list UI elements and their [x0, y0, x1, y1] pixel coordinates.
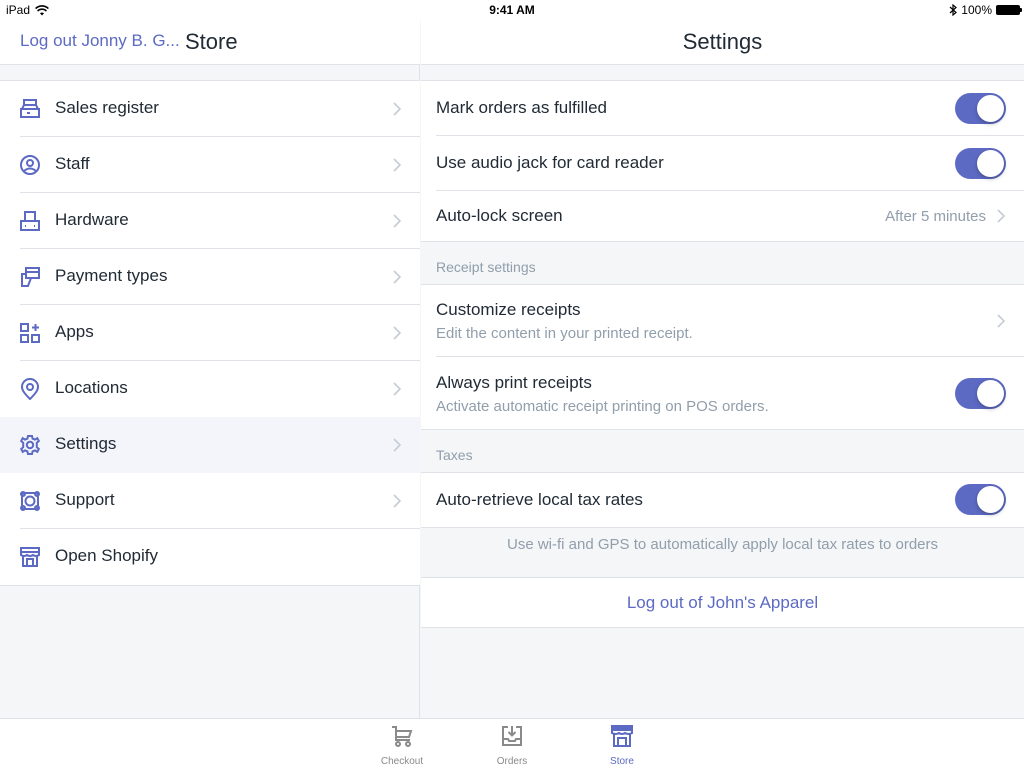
- page-title: Settings: [682, 29, 763, 54]
- menu-item-label: Apps: [55, 322, 94, 341]
- tab-orders[interactable]: Orders: [472, 723, 552, 767]
- auto-lock-row[interactable]: Auto-lock screen After 5 minutes: [421, 191, 1024, 241]
- chevron-right-icon: [997, 314, 1006, 328]
- battery-percent: 100%: [961, 3, 992, 17]
- menu-item-sales-register[interactable]: Sales register: [0, 81, 420, 137]
- toggle-knob: [977, 150, 1004, 177]
- general-settings-group: Mark orders as fulfilled Use audio jack …: [421, 80, 1024, 242]
- store-menu-pane: Log out Jonny B. G... Store Sales regist…: [0, 0, 420, 718]
- detail-navbar: Settings: [421, 20, 1024, 65]
- setting-label: Auto-retrieve local tax rates: [436, 490, 643, 509]
- tab-bar: Checkout Orders Store: [0, 718, 1024, 768]
- menu-item-label: Sales register: [55, 98, 159, 117]
- master-navbar: Log out Jonny B. G... Store: [0, 20, 420, 65]
- chevron-right-icon: [393, 382, 402, 396]
- auto-retrieve-tax-toggle[interactable]: [955, 484, 1006, 515]
- audio-jack-toggle[interactable]: [955, 148, 1006, 179]
- tab-label: Checkout: [380, 756, 424, 767]
- setting-label: Auto-lock screen: [436, 206, 563, 225]
- menu-item-support[interactable]: Support: [0, 473, 420, 529]
- battery-icon: [996, 5, 1022, 15]
- lifebuoy-icon: [20, 491, 40, 511]
- cash-register-icon: [20, 99, 40, 118]
- menu-item-label: Settings: [55, 434, 117, 453]
- user-circle-icon: [20, 155, 40, 175]
- menu-item-staff[interactable]: Staff: [0, 137, 420, 193]
- toggle-knob: [977, 486, 1004, 513]
- storefront-icon: [611, 725, 633, 747]
- menu-item-hardware[interactable]: Hardware: [0, 193, 420, 249]
- taxes-group: Auto-retrieve local tax rates: [421, 472, 1024, 528]
- setting-label: Customize receipts: [436, 300, 581, 319]
- tab-checkout[interactable]: Checkout: [362, 723, 442, 767]
- bluetooth-icon: [949, 4, 958, 16]
- menu-item-payment-types[interactable]: Payment types: [0, 249, 420, 305]
- setting-sublabel: Activate automatic receipt printing on P…: [436, 398, 769, 415]
- setting-label: Always print receipts: [436, 373, 592, 392]
- setting-label: Mark orders as fulfilled: [436, 98, 608, 117]
- storefront-icon: [20, 547, 40, 567]
- status-time: 9:41 AM: [489, 3, 535, 17]
- setting-sublabel: Edit the content in your printed receipt…: [436, 325, 693, 342]
- mark-fulfilled-row: Mark orders as fulfilled: [421, 81, 1024, 136]
- receipt-settings-group: Customize receipts Edit the content in y…: [421, 284, 1024, 430]
- cart-icon: [392, 726, 413, 747]
- menu-item-locations[interactable]: Locations: [0, 361, 420, 417]
- location-pin-icon: [20, 378, 40, 400]
- audio-jack-row: Use audio jack for card reader: [421, 136, 1024, 191]
- taxes-footnote: Use wi-fi and GPS to automatically apply…: [506, 536, 939, 553]
- receipt-settings-header: Receipt settings: [436, 259, 536, 275]
- apps-icon: [20, 323, 40, 343]
- settings-pane: Settings Mark orders as fulfilled Use au…: [421, 0, 1024, 718]
- chevron-right-icon: [393, 326, 402, 340]
- chevron-right-icon: [393, 158, 402, 172]
- always-print-row: Always print receipts Activate automatic…: [421, 357, 1024, 429]
- chevron-right-icon: [393, 438, 402, 452]
- cards-icon: [21, 267, 40, 287]
- inbox-download-icon: [502, 726, 522, 746]
- status-bar: iPad 9:41 AM 100%: [0, 0, 1024, 20]
- store-menu-list: Sales register Staff Hardware Payment ty…: [0, 80, 420, 586]
- menu-item-label: Locations: [55, 378, 128, 397]
- taxes-header: Taxes: [436, 447, 473, 463]
- menu-item-label: Hardware: [55, 210, 129, 229]
- customize-receipts-row[interactable]: Customize receipts Edit the content in y…: [421, 285, 1024, 357]
- logout-store-button[interactable]: Log out of John's Apparel: [421, 577, 1024, 628]
- menu-item-label: Payment types: [55, 266, 168, 285]
- menu-item-open-shopify[interactable]: Open Shopify: [0, 529, 420, 585]
- tab-label: Store: [610, 756, 634, 767]
- chevron-right-icon: [997, 209, 1006, 223]
- toggle-knob: [977, 95, 1004, 122]
- gear-icon: [19, 435, 41, 455]
- tab-label: Orders: [496, 756, 528, 767]
- chevron-right-icon: [393, 102, 402, 116]
- toggle-knob: [977, 380, 1004, 407]
- logout-user-button[interactable]: Log out Jonny B. G...: [20, 31, 180, 51]
- auto-retrieve-tax-row: Auto-retrieve local tax rates: [421, 473, 1024, 527]
- setting-label: Use audio jack for card reader: [436, 153, 664, 172]
- menu-item-settings[interactable]: Settings: [0, 417, 420, 473]
- tab-store[interactable]: Store: [582, 723, 662, 767]
- chevron-right-icon: [393, 270, 402, 284]
- chevron-right-icon: [393, 214, 402, 228]
- always-print-toggle[interactable]: [955, 378, 1006, 409]
- chevron-right-icon: [393, 494, 402, 508]
- master-title: Store: [185, 29, 238, 54]
- menu-item-apps[interactable]: Apps: [0, 305, 420, 361]
- auto-lock-value: After 5 minutes: [885, 208, 986, 225]
- mark-fulfilled-toggle[interactable]: [955, 93, 1006, 124]
- printer-icon: [20, 211, 40, 231]
- menu-item-label: Support: [55, 490, 115, 509]
- menu-item-label: Open Shopify: [55, 546, 159, 565]
- menu-item-label: Staff: [55, 154, 90, 173]
